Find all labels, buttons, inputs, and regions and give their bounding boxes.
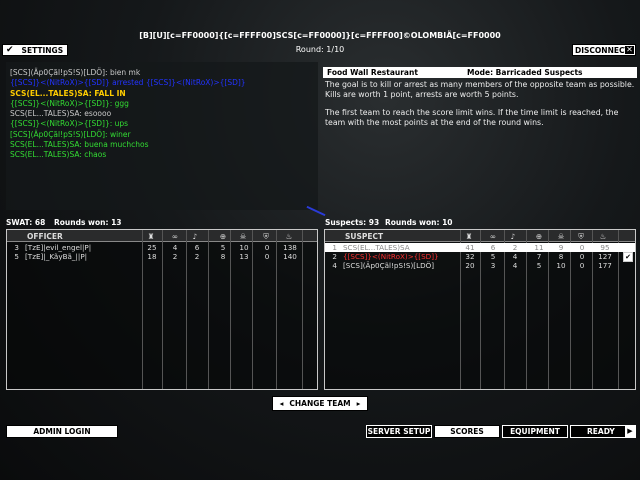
map-info-header: Food Wall Restaurant Mode: Barricaded Su… [323,67,637,78]
chat-text: esoooo [81,109,112,119]
trophy-icon: ♜ [465,232,473,241]
chat-name: {[SCS]}<(NitRoX)>{[SD]} [10,78,110,88]
chat-name: {[SCS]}<(NitRoX)>{[SD]}: [10,98,113,108]
skull-icon: ☠ [557,232,565,241]
crosshair-icon: ⊕ [535,232,543,241]
officer-column-label: OFFICER [27,232,63,241]
table-row[interactable]: 1 SCS(EL...TALES)SA 41 6 2 11 9 0 95 [325,243,635,252]
ping-icon: ♨ [285,232,293,241]
chat-line: {[SCS]}<(NitRoX)>{[SD]}: ggg [10,99,315,109]
handcuffs-icon: ∞ [489,232,497,241]
chat-line: [SCS](Äp0Çãl!pS!S)[LDÖ]: winer [10,130,315,140]
arrow-right-icon: ▸ [356,399,361,408]
ready-label: READY [587,427,615,436]
chat-line: SCS(EL...TALES)SA: chaos [10,150,315,160]
chat-name: SCS(EL...TALES)SA: [10,150,82,160]
chat-line: SCS(EL...TALES)SA: FALL IN [10,89,315,99]
chat-text: bien mk [107,68,141,77]
admin-login-button[interactable]: ADMIN LOGIN [6,425,118,438]
chat-line: SCS(EL...TALES)SA: esoooo [10,109,315,119]
ready-button[interactable]: READY ▶ [570,425,636,438]
map-description: The goal is to kill or arrest as many me… [323,78,637,128]
rules-paragraph: The first team to reach the score limit … [325,108,619,127]
chat-line: [SCS](Äp0Çãl!pS!S)[LDÖ]: bien mk [10,68,315,78]
table-row[interactable]: 4 [SCS](Äp0Çãl!pS!S)[LDÖ] 20 3 4 5 10 0 … [325,261,635,270]
chat-name: SCS(EL...TALES)SA: [10,140,82,150]
chat-text: ggg [112,98,129,108]
skull-icon: ☠ [239,232,247,241]
table-row[interactable]: 2 {[SCS]}<(NitRoX)>{[SD]} 32 5 4 7 8 0 1… [325,252,635,262]
map-name: Food Wall Restaurant [327,68,418,77]
chat-line: SCS(EL...TALES)SA: buena muchchos [10,140,315,150]
skull-death-icon: ♪ [192,232,198,241]
change-team-label: CHANGE TEAM [289,399,351,408]
suspects-rounds-won: Rounds won: 10 [385,218,453,227]
chat-line: {[SCS]}<(NitRoX)>{[SD]} arrested {[SCS]}… [10,78,315,88]
trophy-icon: ♜ [147,232,155,241]
swat-scoreboard: OFFICER ♜ ∞ ♪ ⊕ ☠ ⛨ ♨ 3 [TzE]|evil_engel… [6,229,318,390]
map-info-panel: Food Wall Restaurant Mode: Barricaded Su… [323,67,637,209]
chat-log: [SCS](Äp0Çãl!pS!S)[LDÖ]: bien mk {[SCS]}… [10,68,315,161]
rules-paragraph: The goal is to kill or arrest as many me… [325,80,635,99]
chat-name: SCS(EL...TALES)SA: [10,88,92,98]
ping-icon: ♨ [599,232,607,241]
chat-text: ups [112,119,129,129]
chat-name: [SCS](Äp0Çãl!pS!S)[LDÖ]: [10,129,108,139]
arrow-right-icon: ▶ [625,426,635,437]
checkmark-icon: ✔ [6,44,14,55]
swat-rounds-won: Rounds won: 13 [54,218,122,227]
game-mode: Mode: Barricaded Suspects [467,68,583,77]
close-icon: ✕ [625,45,634,54]
swat-score: SWAT: 68 [6,218,46,227]
suspects-scoreboard: SUSPECT ♜ ∞ ♪ ⊕ ☠ ⛨ ♨ 1 SCS(EL...TALES)S… [324,229,636,390]
settings-button[interactable]: ✔ SETTINGS [2,44,68,56]
suspect-column-label: SUSPECT [345,232,384,241]
table-row[interactable]: 5 [TzE]|_KãyBã_||P| 18 2 2 8 13 0 140 [7,252,317,261]
chat-name: {[SCS]}<(NitRoX)>{[SD]}: [10,119,113,129]
skull-death-icon: ♪ [510,232,516,241]
round-counter: Round: 1/10 [295,45,345,54]
disconnect-button[interactable]: DISCONNECT ✕ [572,44,636,56]
chat-text: arrested {[SCS]}<(NitRoX)>{[SD]} [109,78,246,88]
disconnect-label: DISCONNECT [575,45,630,55]
chat-text: winer [107,129,131,139]
settings-label: SETTINGS [21,45,64,55]
server-setup-button[interactable]: SERVER SETUP [366,425,432,438]
shield-icon: ⛨ [578,232,584,241]
chat-name: [SCS](Äp0Çãl!pS!S)[LDÖ]: [10,68,108,77]
chat-text: FALL IN [91,88,126,98]
shield-icon: ⛨ [263,232,269,241]
change-team-button[interactable]: ◂ CHANGE TEAM ▸ [272,396,368,411]
crosshair-icon: ⊕ [219,232,227,241]
suspects-score: Suspects: 93 [325,218,380,227]
server-title: [B][U][c=FF0000]{[c=FFFF00]SCS[c=FF0000]… [139,31,501,40]
chat-line: {[SCS]}<(NitRoX)>{[SD]}: ups [10,119,315,129]
chat-text: buena muchchos [81,140,149,150]
chat-text: chaos [81,150,107,160]
scores-tab[interactable]: SCORES [434,425,500,438]
arrow-left-icon: ◂ [279,399,284,408]
chat-name: SCS(EL...TALES)SA: [10,109,82,119]
table-row[interactable]: 3 [TzE]|evil_engel|P| 25 4 6 5 10 0 138 [7,243,317,252]
equipment-tab[interactable]: EQUIPMENT [502,425,568,438]
handcuffs-icon: ∞ [171,232,179,241]
